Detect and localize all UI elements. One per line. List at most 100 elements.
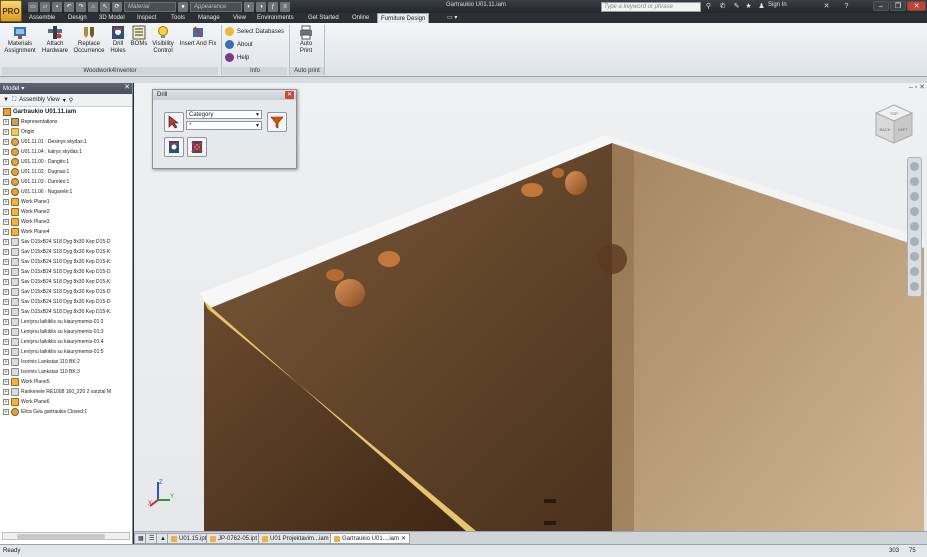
ribbon-display-toggle-icon[interactable]: ▭ ▾ <box>444 13 460 23</box>
expand-icon[interactable]: + <box>3 399 9 405</box>
steering-wheel-icon[interactable] <box>910 162 919 171</box>
update-icon[interactable]: ⟳ <box>112 1 122 12</box>
expand-icon[interactable]: + <box>3 149 9 155</box>
drill-dialog-titlebar[interactable]: Drill ✕ <box>153 90 296 100</box>
expand-icon[interactable]: + <box>3 279 9 285</box>
tree-item[interactable]: + Sav D15xB24 S18 Dyg 8x30 Kep D15-K: <box>0 247 132 257</box>
zoom-all-icon[interactable] <box>910 252 919 261</box>
tree-item[interactable]: + Sav D15xB24 S18 Dyg 8x30 Kep D15-K: <box>0 277 132 287</box>
save-icon[interactable]: ▪ <box>52 1 62 12</box>
expand-icon[interactable]: + <box>3 409 9 415</box>
zoom-icon[interactable] <box>910 192 919 201</box>
autodesk-exchange-icon[interactable]: ✕ <box>822 2 831 11</box>
select-button[interactable] <box>164 112 184 132</box>
close-icon[interactable]: ✕ <box>285 91 294 99</box>
assembly-view-dropdown[interactable]: Assembly View <box>19 97 60 103</box>
tab-manage[interactable]: Manage <box>195 13 223 23</box>
open-icon[interactable]: ▱ <box>40 1 50 12</box>
material-dropdown[interactable]: Material <box>124 1 176 12</box>
tree-item[interactable]: + Work Plane4 <box>0 227 132 237</box>
document-tab-u01-projektavim[interactable]: U01 Projektavim...iam <box>258 533 333 544</box>
tab-furniture-design[interactable]: Furniture Design <box>377 13 430 23</box>
expand-icon[interactable]: + <box>3 129 9 135</box>
expand-icon[interactable]: + <box>3 229 9 235</box>
expand-icon[interactable]: + <box>3 179 9 185</box>
close-icon[interactable]: ✕ <box>124 83 130 91</box>
pan-icon[interactable] <box>910 177 919 186</box>
tree-item[interactable]: + U01.11.02 : Dugnas:1 <box>0 167 132 177</box>
zoom-window-icon[interactable] <box>910 207 919 216</box>
favorites-star-icon[interactable]: ★ <box>744 2 753 11</box>
expand-icon[interactable]: + <box>3 289 9 295</box>
application-menu-button[interactable]: PRO <box>0 0 22 22</box>
expand-icon[interactable]: + <box>3 269 9 275</box>
tree-item[interactable]: + U01.11.06 : Nugarelė:1 <box>0 187 132 197</box>
boms-button[interactable]: BOMs <box>129 25 149 48</box>
expand-icon[interactable]: + <box>3 349 9 355</box>
drill-remove-button[interactable] <box>187 137 207 157</box>
select-databases-button[interactable]: Select Databases <box>225 26 284 37</box>
sign-in-link[interactable]: Sign In <box>768 2 787 8</box>
tab-view[interactable]: View <box>230 13 249 23</box>
tab-tools[interactable]: Tools <box>168 13 188 23</box>
expand-icon[interactable]: + <box>3 189 9 195</box>
attach-hardware-button[interactable]: Attach Hardware <box>40 25 70 55</box>
browser-header[interactable]: Model ▾ ✕ <box>0 83 132 94</box>
expand-icon[interactable]: + <box>3 199 9 205</box>
expand-icon[interactable]: + <box>3 119 9 125</box>
expand-icon[interactable]: + <box>3 219 9 225</box>
expand-icon[interactable]: + <box>3 239 9 245</box>
tree-item[interactable]: + Origin <box>0 127 132 137</box>
expand-icon[interactable]: + <box>3 369 9 375</box>
expand-icon[interactable]: + <box>3 209 9 215</box>
close-button[interactable]: ✕ <box>907 1 926 11</box>
fx-icon[interactable]: ƒ <box>268 1 278 12</box>
tree-item[interactable]: + Representations <box>0 117 132 127</box>
viewcube[interactable]: TOP BACK LEFT <box>872 103 916 147</box>
tree-item[interactable]: + Work Plane6 <box>0 397 132 407</box>
tree-item[interactable]: + U01.11.04 : kairys skydas:1 <box>0 147 132 157</box>
tree-item[interactable]: + Lentynu laikiklis su kiaurymemis-01:3 <box>0 327 132 337</box>
look-at-icon[interactable] <box>910 237 919 246</box>
expand-icon[interactable]: + <box>3 259 9 265</box>
help-button[interactable]: Help <box>225 52 249 63</box>
visibility-control-button[interactable]: Visibility Control <box>150 25 176 55</box>
expand-icon[interactable]: + <box>3 389 9 395</box>
tree-item[interactable]: + Lentynu laikiklis su kiaurymemis-01:2 <box>0 317 132 327</box>
tree-item[interactable]: + U01.11.01 : Desinys skydas:1 <box>0 137 132 147</box>
tab-get-started[interactable]: Get Started <box>305 13 342 23</box>
expand-icon[interactable]: + <box>3 329 9 335</box>
expand-icon[interactable]: + <box>3 379 9 385</box>
tree-item[interactable]: + Elica Gea gartraukis Closed:1 <box>0 407 132 417</box>
filter-icon[interactable]: ▼ <box>3 97 9 103</box>
tree-item[interactable]: + U01.11.03 : Durelės:1 <box>0 177 132 187</box>
tab-inspect[interactable]: Inspect <box>134 13 159 23</box>
tree-item[interactable]: + Isorinis Lankstas 110 BK:2 <box>0 357 132 367</box>
tree-item[interactable]: + Work Plane3 <box>0 217 132 227</box>
clear-icon[interactable]: ◑ <box>256 1 266 12</box>
tree-item[interactable]: + Sav D15xB24 S18 Dyg 8x30 Kep D15-D <box>0 297 132 307</box>
document-tab-gartraukio[interactable]: Gartraukio U01....iam ✕ <box>330 533 411 544</box>
auto-print-button[interactable]: Auto Print <box>292 25 320 55</box>
undo-icon[interactable]: ↶ <box>64 1 74 12</box>
expand-icon[interactable]: + <box>3 309 9 315</box>
appearance-dropdown[interactable]: Appearance <box>190 1 242 12</box>
document-tab-jp-0762[interactable]: JP-0762-05.ipt <box>206 533 262 544</box>
materials-assignment-button[interactable]: Materials Assignment <box>2 25 38 55</box>
viewport-window-controls[interactable]: – ▫ ✕ <box>909 83 925 91</box>
tab-3d-model[interactable]: 3D Model <box>96 13 128 23</box>
chevron-down-icon[interactable]: ▾ <box>63 97 66 104</box>
document-tab-u01-15[interactable]: U01.15.ipt <box>167 533 211 544</box>
tree-item[interactable]: + Work Plane5 <box>0 377 132 387</box>
scrollbar-thumb[interactable] <box>17 534 105 539</box>
category-value-dropdown[interactable]: * ▼ <box>186 121 262 130</box>
about-button[interactable]: About <box>225 39 253 50</box>
horizontal-scrollbar[interactable] <box>2 532 130 540</box>
navbar-menu-icon[interactable] <box>910 282 919 291</box>
tab-design[interactable]: Design <box>65 13 90 23</box>
insert-and-fix-button[interactable]: Insert And Fix <box>177 25 219 48</box>
binoculars-icon[interactable]: ⚲ <box>69 97 73 104</box>
tree-item[interactable]: + Sav D15xB24 S18 Dyg 8x30 Kep D15-D <box>0 267 132 277</box>
close-icon[interactable]: ✕ <box>401 534 406 544</box>
orbit-icon[interactable] <box>910 222 919 231</box>
